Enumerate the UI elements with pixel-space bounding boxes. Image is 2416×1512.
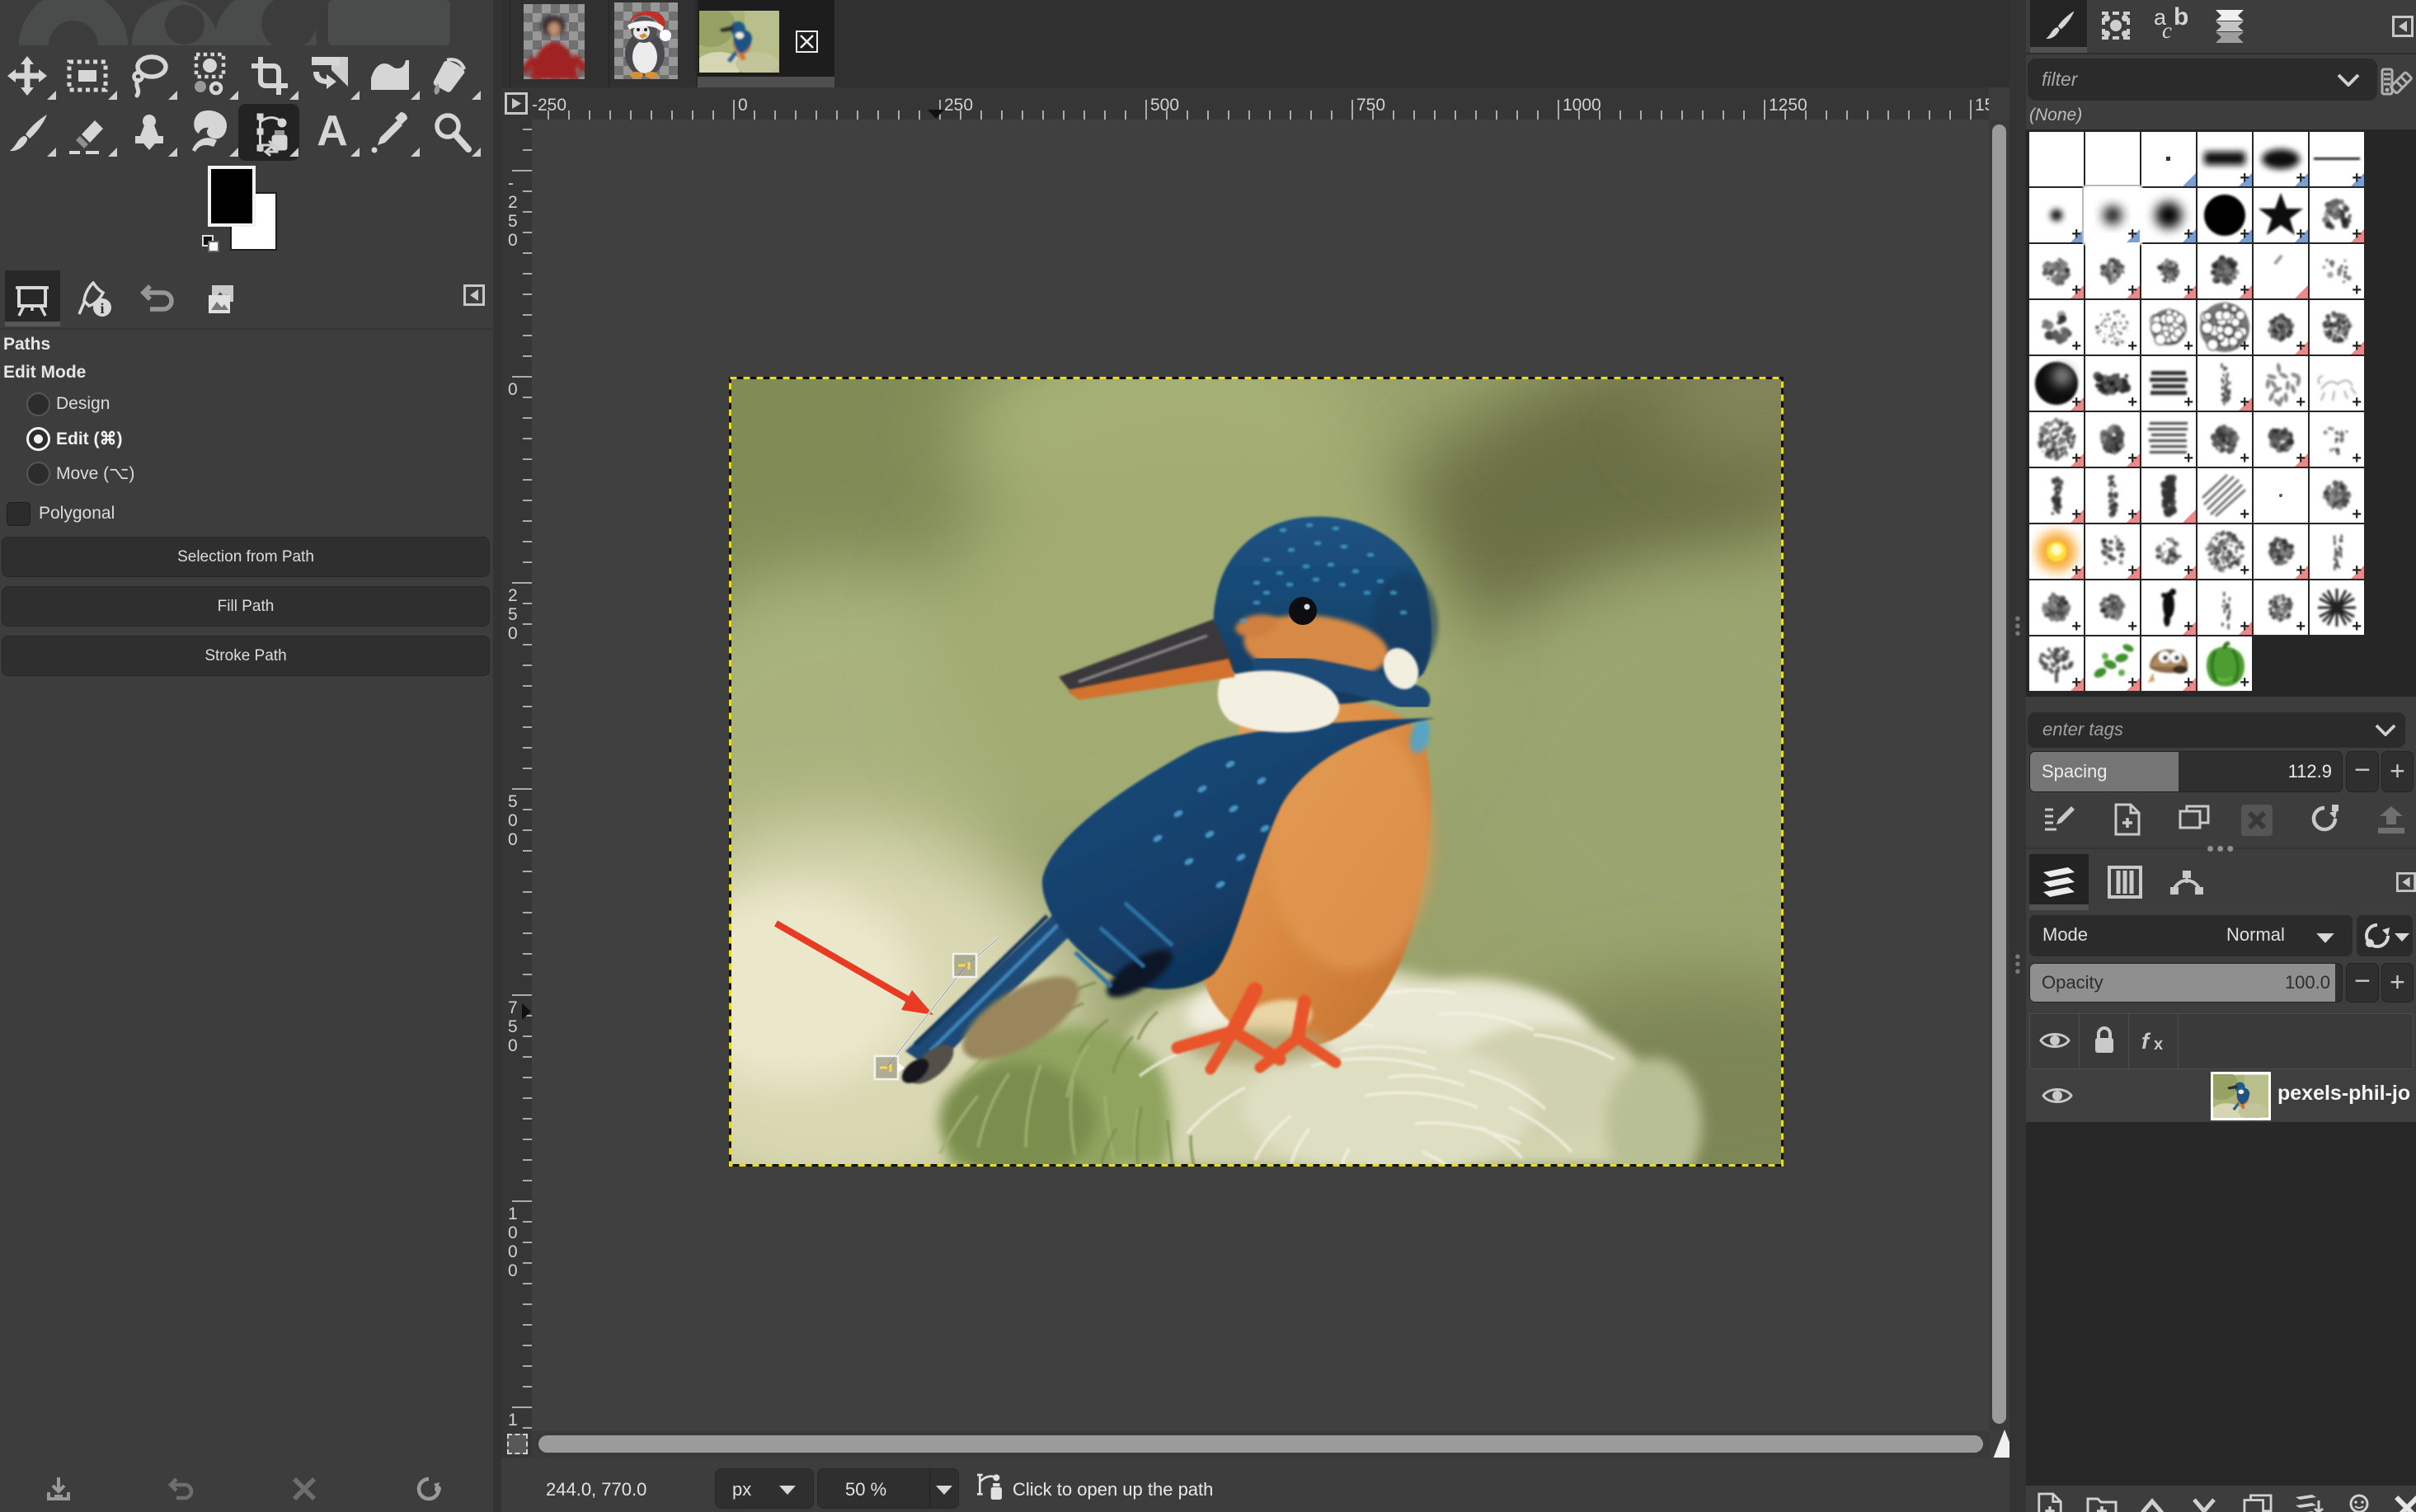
svg-text:250: 250: [944, 96, 973, 115]
svg-text:1500: 1500: [1975, 96, 1989, 115]
svg-text:5: 5: [508, 792, 518, 811]
svg-text:0: 0: [508, 231, 518, 250]
svg-text:0: 0: [508, 1223, 518, 1242]
svg-text:0: 0: [508, 830, 518, 849]
svg-text:0: 0: [738, 96, 748, 115]
svg-text:5: 5: [508, 212, 518, 231]
svg-text:2: 2: [508, 193, 518, 212]
svg-text:7: 7: [508, 998, 518, 1017]
svg-text:2: 2: [508, 586, 518, 605]
svg-text:0: 0: [508, 1261, 518, 1280]
svg-text:1000: 1000: [1563, 96, 1601, 115]
svg-text:5: 5: [508, 1017, 518, 1036]
svg-text:1: 1: [508, 1204, 518, 1223]
svg-text:0: 0: [508, 624, 518, 643]
svg-text:0: 0: [508, 1242, 518, 1261]
svg-text:-: -: [508, 174, 514, 193]
svg-text:0: 0: [508, 380, 518, 399]
svg-text:-250: -250: [532, 96, 566, 115]
svg-text:i: i: [100, 300, 104, 317]
svg-text:500: 500: [1150, 96, 1179, 115]
svg-text:1250: 1250: [1769, 96, 1807, 115]
svg-text:0: 0: [508, 1036, 518, 1055]
svg-text:750: 750: [1356, 96, 1385, 115]
svg-text:0: 0: [508, 811, 518, 830]
svg-text:5: 5: [508, 605, 518, 624]
svg-text:1: 1: [508, 1411, 518, 1430]
